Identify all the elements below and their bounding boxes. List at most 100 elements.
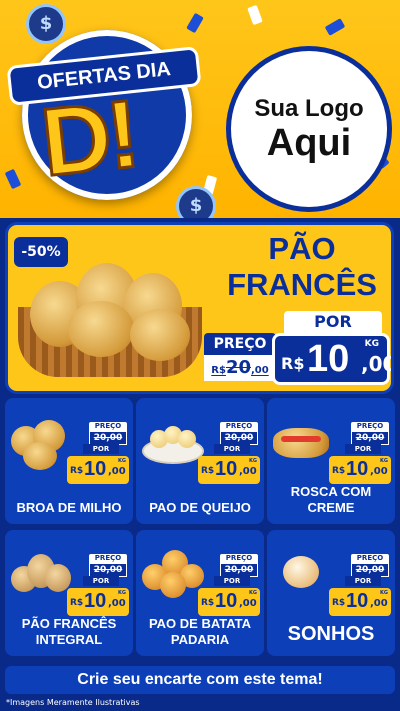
potato-bread — [160, 572, 186, 598]
preco-label: PREÇO — [204, 333, 276, 355]
sonho-pastry — [283, 556, 319, 588]
product-card-pao-frances-integral[interactable]: PREÇO 20,00 POR R$ 10,00 KG PÃO FRANCÊS INT… — [5, 530, 133, 656]
mini-preco-label: PREÇO — [220, 422, 258, 431]
mini-old-value: 20,00 — [220, 431, 258, 445]
hero-product-card[interactable]: -50% PÃO FRANCÊS PREÇO R$20,00 POR R$ 10… — [5, 222, 394, 394]
logo-line-1: Sua Logo — [254, 95, 364, 122]
bread-roll — [23, 442, 57, 470]
confetti-decoration — [247, 4, 263, 26]
mini-currency: R$ — [201, 598, 215, 608]
mini-old-price: PREÇO 20,00 — [89, 422, 127, 445]
mini-old-value: 20,00 — [220, 563, 258, 577]
mini-value: 10 — [346, 590, 369, 612]
mini-old-price: PREÇO 20,00 — [220, 422, 258, 445]
product-card-broa-de-milho[interactable]: PREÇO 20,00 POR R$ 10,00 KG BROA DE MILHO — [5, 398, 133, 524]
mini-currency: R$ — [201, 466, 215, 476]
mini-old-value: 20,00 — [89, 563, 127, 577]
product-name: SONHOS — [287, 623, 375, 645]
discount-badge: -50% — [14, 237, 68, 267]
cream-filling — [281, 436, 321, 442]
broa-image — [9, 416, 71, 472]
mini-por-label: POR — [83, 576, 119, 586]
pao-integral-image — [9, 550, 73, 596]
create-flyer-button[interactable]: Crie seu encarte com este tema! — [5, 666, 395, 694]
bread-roll — [130, 309, 190, 361]
price-unit: KG — [364, 339, 379, 349]
por-label: POR — [284, 311, 382, 333]
product-card-pao-de-batata[interactable]: PREÇO 20,00 POR R$ 10,00 KG PAO DE BATATA P… — [136, 530, 264, 656]
new-price-cents: ,00 — [361, 352, 394, 376]
rosca-image — [271, 422, 333, 462]
mini-preco-label: PREÇO — [351, 554, 389, 563]
mini-por-label: POR — [345, 576, 381, 586]
hero-title-line-2: FRANCÊS — [227, 267, 377, 302]
old-price: R$20,00 — [204, 355, 276, 381]
mini-currency: R$ — [70, 598, 84, 608]
mini-por-label: POR — [83, 444, 119, 454]
bread-roll — [68, 301, 134, 357]
mini-value: 10 — [84, 590, 107, 612]
product-name: PÃO FRANCÊS INTEGRAL — [21, 616, 117, 647]
hero-product-title: PÃO FRANCÊS — [216, 231, 388, 303]
mini-preco-label: PREÇO — [89, 554, 127, 563]
mini-por-label: POR — [214, 444, 250, 454]
mini-preco-label: PREÇO — [220, 554, 258, 563]
mini-por-label: POR — [345, 444, 381, 454]
mini-cents: ,00 — [108, 466, 126, 477]
mini-currency: R$ — [332, 466, 346, 476]
mini-unit: KG — [249, 590, 257, 596]
mini-value: 10 — [215, 458, 238, 480]
mini-new-price: R$ 10,00 KG — [329, 588, 391, 616]
mini-cents: ,00 — [370, 466, 388, 477]
mini-cents: ,00 — [108, 598, 126, 609]
mini-unit: KG — [380, 590, 388, 596]
product-name: BROA DE MILHO — [16, 500, 122, 515]
new-price-value: 10 — [307, 338, 350, 380]
mini-old-price: PREÇO 20,00 — [220, 554, 258, 577]
product-name: PAO DE QUEIJO — [149, 500, 251, 515]
old-price-value: 20 — [225, 357, 251, 378]
confetti-decoration — [324, 18, 346, 36]
old-price-cents: ,00 — [251, 365, 269, 376]
old-price-currency: R$ — [211, 365, 226, 376]
mini-old-value: 20,00 — [89, 431, 127, 445]
mini-old-price: PREÇO 20,00 — [351, 554, 389, 577]
product-card-pao-de-queijo[interactable]: PREÇO 20,00 POR R$ 10,00 KG PAO DE QUEIJO — [136, 398, 264, 524]
header-banner: $ $ D! OFERTAS DIA Sua Logo Aqui — [0, 0, 400, 218]
product-name: PAO DE BATATA PADARIA — [148, 616, 252, 647]
mini-value: 10 — [84, 458, 107, 480]
mini-value: 10 — [346, 458, 369, 480]
mini-old-value: 20,00 — [351, 563, 389, 577]
disclaimer-footnote: *Imagens Meramente Ilustrativas — [6, 698, 140, 707]
mini-cents: ,00 — [239, 466, 257, 477]
mini-cents: ,00 — [239, 598, 257, 609]
mini-new-price: R$ 10,00 KG — [198, 588, 260, 616]
mini-new-price: R$ 10,00 KG — [198, 456, 260, 484]
product-card-rosca-com-creme[interactable]: PREÇO 20,00 POR R$ 10,00 KG ROSCA COM CREME — [267, 398, 395, 524]
new-price-currency: R$ — [281, 354, 305, 373]
mini-unit: KG — [118, 590, 126, 596]
mini-old-value: 20,00 — [351, 431, 389, 445]
mini-old-price: PREÇO 20,00 — [351, 422, 389, 445]
pao-de-queijo-image — [140, 420, 204, 466]
pao-de-batata-image — [140, 546, 206, 600]
mini-preco-label: PREÇO — [89, 422, 127, 431]
logo-line-2: Aqui — [266, 122, 352, 164]
mini-currency: R$ — [332, 598, 346, 608]
mini-new-price: R$ 10,00 KG — [329, 456, 391, 484]
bread-roll — [45, 564, 71, 592]
new-price-box: R$ 10 ,00 KG — [272, 333, 391, 385]
mini-preco-label: PREÇO — [351, 422, 389, 431]
mini-cents: ,00 — [370, 598, 388, 609]
logo-placeholder[interactable]: Sua Logo Aqui — [226, 46, 392, 212]
mini-unit: KG — [118, 458, 126, 464]
product-name: ROSCA COM CREME — [290, 484, 372, 515]
product-card-sonhos[interactable]: PREÇO 20,00 POR R$ 10,00 KG SONHOS — [267, 530, 395, 656]
mini-value: 10 — [215, 590, 238, 612]
cheese-bread — [178, 430, 196, 448]
hero-title-line-1: PÃO — [268, 231, 336, 266]
ofertas-dia-badge: D! OFERTAS DIA — [6, 12, 202, 202]
mini-unit: KG — [380, 458, 388, 464]
mini-unit: KG — [249, 458, 257, 464]
mini-currency: R$ — [70, 466, 84, 476]
